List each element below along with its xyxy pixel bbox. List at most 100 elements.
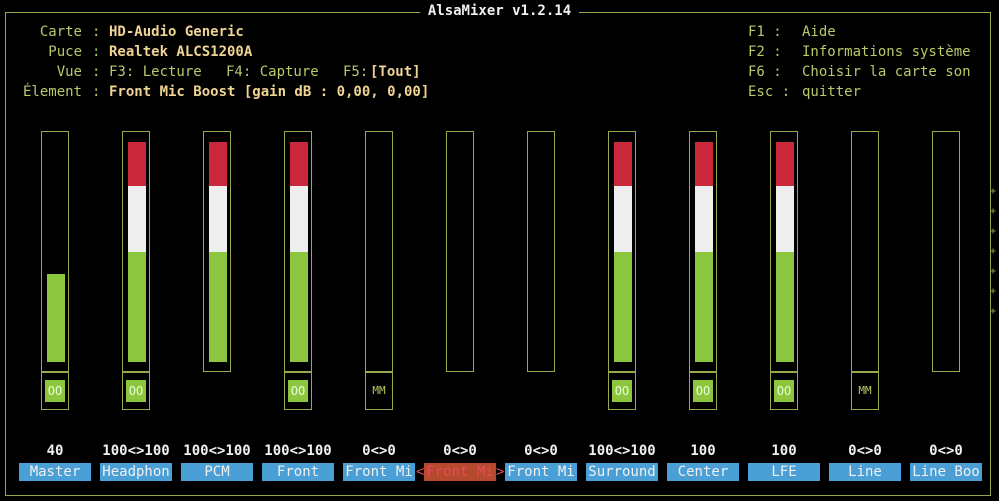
channel-3-name[interactable]: Front	[262, 463, 334, 481]
channel-3-mute-switch[interactable]: OO	[284, 372, 312, 410]
view-sep: :	[92, 64, 101, 80]
channel-1-name[interactable]: Headphon	[100, 463, 172, 481]
channel-4-mute-switch[interactable]: MM	[365, 372, 393, 410]
channel-0-switch-state: OO	[45, 380, 65, 402]
channel-3-switch-state: OO	[288, 380, 308, 402]
channel-3-level-white	[290, 186, 308, 252]
key-esc-label: quitter	[802, 84, 862, 100]
channel-2-level-green	[209, 252, 227, 362]
channel-7-level-green	[614, 252, 632, 362]
channel-10-switch-state: MM	[858, 384, 872, 397]
channel-11-volume-bar[interactable]	[932, 131, 960, 372]
channel-9-value: 100	[771, 443, 797, 459]
channel-8-name[interactable]: Center	[667, 463, 739, 481]
channel-7-level-red	[614, 142, 632, 186]
channel-10-volume-bar[interactable]	[851, 131, 879, 372]
channel-9-level-green	[776, 252, 794, 362]
selection-arrow-right: >	[496, 464, 505, 480]
channel-9-level-white	[776, 186, 794, 252]
key-f1-key: F1 :	[748, 24, 782, 40]
channel-2-value: 100<>100	[183, 443, 251, 459]
card-sep: :	[92, 24, 101, 40]
channel-9-name[interactable]: LFE	[748, 463, 820, 481]
channel-9-volume-bar[interactable]	[770, 131, 798, 372]
channel-4-volume-bar[interactable]	[365, 131, 393, 372]
channel-11-value: 0<>0	[929, 443, 963, 459]
channel-10-value: 0<>0	[848, 443, 882, 459]
channel-7-mute-switch[interactable]: OO	[608, 372, 636, 410]
channel-4-name[interactable]: Front Mi	[343, 463, 415, 481]
key-f2-key: F2 :	[748, 44, 782, 60]
channel-3-value: 100<>100	[264, 443, 332, 459]
view-f3-option[interactable]: F3: Lecture	[109, 64, 202, 80]
channel-9-level-red	[776, 142, 794, 186]
channel-2-level-white	[209, 186, 227, 252]
channel-8-level-red	[695, 142, 713, 186]
view-label: Vue	[56, 64, 82, 80]
key-f1-label: Aide	[802, 24, 836, 40]
channel-3-level-green	[290, 252, 308, 362]
chip-value: Realtek ALCS1200A	[109, 44, 253, 60]
key-f6-key: F6 :	[748, 64, 782, 80]
channel-7-value: 100<>100	[588, 443, 656, 459]
channel-7-volume-bar[interactable]	[608, 131, 636, 372]
channel-0-mute-switch[interactable]: OO	[41, 372, 69, 410]
key-f6-label: Choisir la carte son	[802, 64, 971, 80]
channel-9-mute-switch[interactable]: OO	[770, 372, 798, 410]
channel-11-name[interactable]: Line Boo	[910, 463, 982, 481]
channel-2-level-red	[209, 142, 227, 186]
channel-1-value: 100<>100	[102, 443, 170, 459]
channel-0-name[interactable]: Master	[19, 463, 91, 481]
element-value: Front Mic Boost [gain dB : 0,00, 0,00]	[109, 84, 430, 100]
channel-2-name[interactable]: PCM	[181, 463, 253, 481]
key-f6: F6 :	[748, 64, 782, 80]
channel-3-volume-bar[interactable]	[284, 131, 312, 372]
element-label: Élement	[22, 84, 82, 100]
channel-1-volume-bar[interactable]	[122, 131, 150, 372]
card-label: Carte	[39, 24, 82, 40]
key-f1: F1 :	[748, 24, 782, 40]
scroll-indicator: + + + + + + +	[990, 186, 997, 317]
key-f2: F2 :	[748, 44, 782, 60]
card-value: HD-Audio Generic	[109, 24, 244, 40]
channel-8-mute-switch[interactable]: OO	[689, 372, 717, 410]
channel-0-level-green	[47, 274, 65, 362]
channel-7-switch-state: OO	[612, 380, 632, 402]
view-f5-option[interactable]: F5:	[343, 64, 368, 80]
channel-0-value: 40	[46, 443, 64, 459]
channel-4-value: 0<>0	[362, 443, 396, 459]
channel-5-value: 0<>0	[443, 443, 477, 459]
selection-arrow-left: <	[416, 464, 425, 480]
channel-5-volume-bar[interactable]	[446, 131, 474, 372]
channel-0-volume-bar[interactable]	[41, 131, 69, 372]
channel-5-name[interactable]: Front Mi	[424, 463, 496, 481]
channel-6-value: 0<>0	[524, 443, 558, 459]
view-f4-option[interactable]: F4: Capture	[226, 64, 319, 80]
channel-1-level-red	[128, 142, 146, 186]
key-f2-label: Informations système	[802, 44, 971, 60]
chip-sep: :	[92, 44, 101, 60]
channel-8-volume-bar[interactable]	[689, 131, 717, 372]
channel-9-switch-state: OO	[774, 380, 794, 402]
key-esc-key: Esc :	[748, 84, 791, 100]
channel-6-name[interactable]: Front Mi	[505, 463, 577, 481]
channel-7-level-white	[614, 186, 632, 252]
element-sep: :	[92, 84, 101, 100]
title-text: AlsaMixer v1.2.14	[419, 3, 580, 19]
channel-10-name[interactable]: Line	[829, 463, 901, 481]
channel-1-level-white	[128, 186, 146, 252]
channel-1-level-green	[128, 252, 146, 362]
channel-1-mute-switch[interactable]: OO	[122, 372, 150, 410]
channel-7-name[interactable]: Surround	[586, 463, 658, 481]
chip-label: Puce	[48, 44, 82, 60]
channel-6-volume-bar[interactable]	[527, 131, 555, 372]
view-f5-value: [Tout]	[370, 64, 421, 80]
channel-4-switch-state: MM	[372, 384, 386, 397]
channel-10-mute-switch[interactable]: MM	[851, 372, 879, 410]
channel-2-volume-bar[interactable]	[203, 131, 231, 372]
channel-8-level-white	[695, 186, 713, 252]
channel-8-value: 100	[690, 443, 716, 459]
channel-3-level-red	[290, 142, 308, 186]
channel-8-switch-state: OO	[693, 380, 713, 402]
window-title: AlsaMixer v1.2.14	[0, 3, 999, 19]
